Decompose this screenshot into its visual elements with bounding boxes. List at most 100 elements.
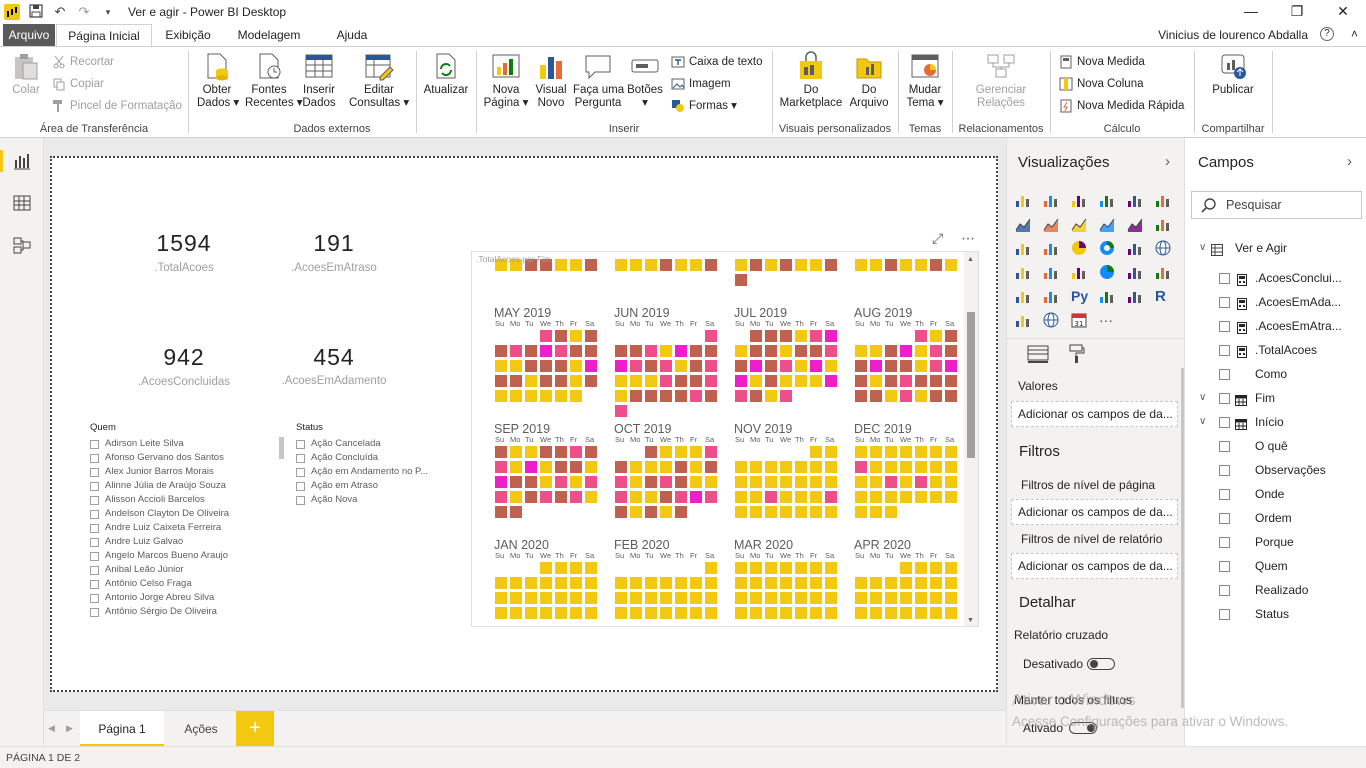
from-marketplace-button[interactable]: Do Marketplace [777, 51, 845, 110]
heatmap-day-cell[interactable] [764, 389, 778, 403]
heatmap-day-cell[interactable] [824, 359, 838, 373]
heatmap-day-cell[interactable] [629, 359, 643, 373]
heatmap-day-cell[interactable] [494, 359, 508, 373]
heatmap-day-cell[interactable] [824, 445, 838, 459]
edit-queries-button[interactable]: Editar Consultas ▾ [349, 51, 409, 110]
heatmap-day-cell[interactable] [869, 344, 883, 358]
heatmap-day-cell[interactable] [854, 258, 868, 272]
heatmap-day-cell[interactable] [614, 374, 628, 388]
add-page-button[interactable]: + [236, 711, 274, 747]
field-item[interactable]: Quem [1185, 556, 1366, 576]
heatmap-day-cell[interactable] [674, 591, 688, 605]
clustered-bar-icon[interactable] [1071, 192, 1087, 208]
heatmap-day-cell[interactable] [569, 460, 583, 474]
heatmap-day-cell[interactable] [689, 475, 703, 489]
checkbox[interactable] [90, 496, 99, 505]
heatmap-day-cell[interactable] [869, 576, 883, 590]
get-data-button[interactable]: Obter Dados ▾ [197, 51, 239, 110]
field-checkbox[interactable] [1219, 609, 1230, 620]
heatmap-day-cell[interactable] [554, 374, 568, 388]
cross-report-toggle[interactable] [1087, 658, 1115, 670]
heatmap-day-cell[interactable] [899, 389, 913, 403]
heatmap-day-cell[interactable] [734, 591, 748, 605]
heatmap-day-cell[interactable] [584, 329, 598, 343]
heatmap-day-cell[interactable] [899, 591, 913, 605]
heatmap-day-cell[interactable] [539, 344, 553, 358]
heatmap-day-cell[interactable] [869, 359, 883, 373]
heatmap-day-cell[interactable] [944, 591, 958, 605]
field-item[interactable]: ∨ Início [1185, 412, 1366, 432]
heatmap-day-cell[interactable] [854, 475, 868, 489]
slicer-quem-item[interactable]: Alinne Júlia de Araújo Souza [90, 479, 226, 493]
heatmap-scroll-thumb[interactable] [967, 312, 975, 458]
field-checkbox[interactable] [1219, 369, 1230, 380]
heatmap-day-cell[interactable] [809, 258, 823, 272]
heatmap-day-cell[interactable] [704, 460, 718, 474]
heatmap-day-cell[interactable] [584, 561, 598, 575]
heatmap-day-cell[interactable] [854, 344, 868, 358]
values-drop-zone[interactable]: Adicionar os campos de da... [1011, 401, 1178, 427]
heatmap-day-cell[interactable] [749, 576, 763, 590]
ask-question-button[interactable]: Faça uma Pergunta [573, 51, 624, 110]
heatmap-day-cell[interactable] [884, 374, 898, 388]
heatmap-day-cell[interactable] [929, 344, 943, 358]
heatmap-day-cell[interactable] [569, 258, 583, 272]
checkbox[interactable] [90, 594, 99, 603]
heatmap-day-cell[interactable] [884, 606, 898, 620]
scatter-icon[interactable] [1043, 240, 1059, 256]
quick-access-dropdown-icon[interactable]: ▾ [100, 4, 116, 20]
heatmap-day-cell[interactable] [779, 389, 793, 403]
heatmap-day-cell[interactable] [734, 389, 748, 403]
heatmap-day-cell[interactable] [749, 591, 763, 605]
enter-data-button[interactable]: Inserir Dados [299, 51, 339, 110]
tab-pagina-inicial[interactable]: Página Inicial [56, 24, 152, 46]
heatmap-day-cell[interactable] [614, 606, 628, 620]
heatmap-day-cell[interactable] [809, 329, 823, 343]
heatmap-day-cell[interactable] [824, 329, 838, 343]
heatmap-day-cell[interactable] [524, 445, 538, 459]
heatmap-day-cell[interactable] [899, 490, 913, 504]
slicer-quem-item[interactable]: Anibal Leão Júnior [90, 563, 184, 577]
heatmap-day-cell[interactable] [794, 460, 808, 474]
checkbox[interactable] [296, 468, 305, 477]
heatmap-day-cell[interactable] [494, 490, 508, 504]
heatmap-day-cell[interactable] [944, 576, 958, 590]
heatmap-day-cell[interactable] [584, 490, 598, 504]
heatmap-day-cell[interactable] [584, 445, 598, 459]
heatmap-day-cell[interactable] [569, 344, 583, 358]
heatmap-day-cell[interactable] [524, 344, 538, 358]
heatmap-day-cell[interactable] [554, 576, 568, 590]
heatmap-day-cell[interactable] [509, 576, 523, 590]
field-item[interactable]: Ordem [1185, 508, 1366, 528]
heatmap-day-cell[interactable] [824, 561, 838, 575]
heatmap-day-cell[interactable] [869, 445, 883, 459]
heatmap-day-cell[interactable] [539, 374, 553, 388]
field-item[interactable]: Porque [1185, 532, 1366, 552]
heatmap-day-cell[interactable] [584, 460, 598, 474]
heatmap-day-cell[interactable] [494, 374, 508, 388]
heatmap-day-cell[interactable] [884, 576, 898, 590]
heatmap-day-cell[interactable] [914, 329, 928, 343]
heatmap-day-cell[interactable] [584, 359, 598, 373]
heatmap-day-cell[interactable] [554, 445, 568, 459]
heatmap-day-cell[interactable] [779, 576, 793, 590]
heatmap-day-cell[interactable] [854, 359, 868, 373]
collapse-fields-icon[interactable]: › [1347, 153, 1352, 170]
filled-map-icon[interactable] [1015, 264, 1031, 280]
heatmap-day-cell[interactable] [809, 359, 823, 373]
heatmap-day-cell[interactable] [944, 389, 958, 403]
checkbox[interactable] [90, 538, 99, 547]
heatmap-day-cell[interactable] [539, 359, 553, 373]
heatmap-day-cell[interactable] [824, 591, 838, 605]
heatmap-day-cell[interactable] [644, 445, 658, 459]
new-visual-button[interactable]: Visual Novo [533, 51, 569, 110]
heatmap-day-cell[interactable] [794, 344, 808, 358]
heatmap-day-cell[interactable] [614, 404, 628, 418]
heatmap-day-cell[interactable] [584, 606, 598, 620]
heatmap-day-cell[interactable] [689, 606, 703, 620]
help-icon[interactable]: ? [1320, 27, 1334, 41]
heatmap-day-cell[interactable] [584, 258, 598, 272]
heatmap-day-cell[interactable] [914, 374, 928, 388]
heatmap-day-cell[interactable] [869, 389, 883, 403]
r-visual-icon[interactable]: R [1155, 288, 1171, 305]
